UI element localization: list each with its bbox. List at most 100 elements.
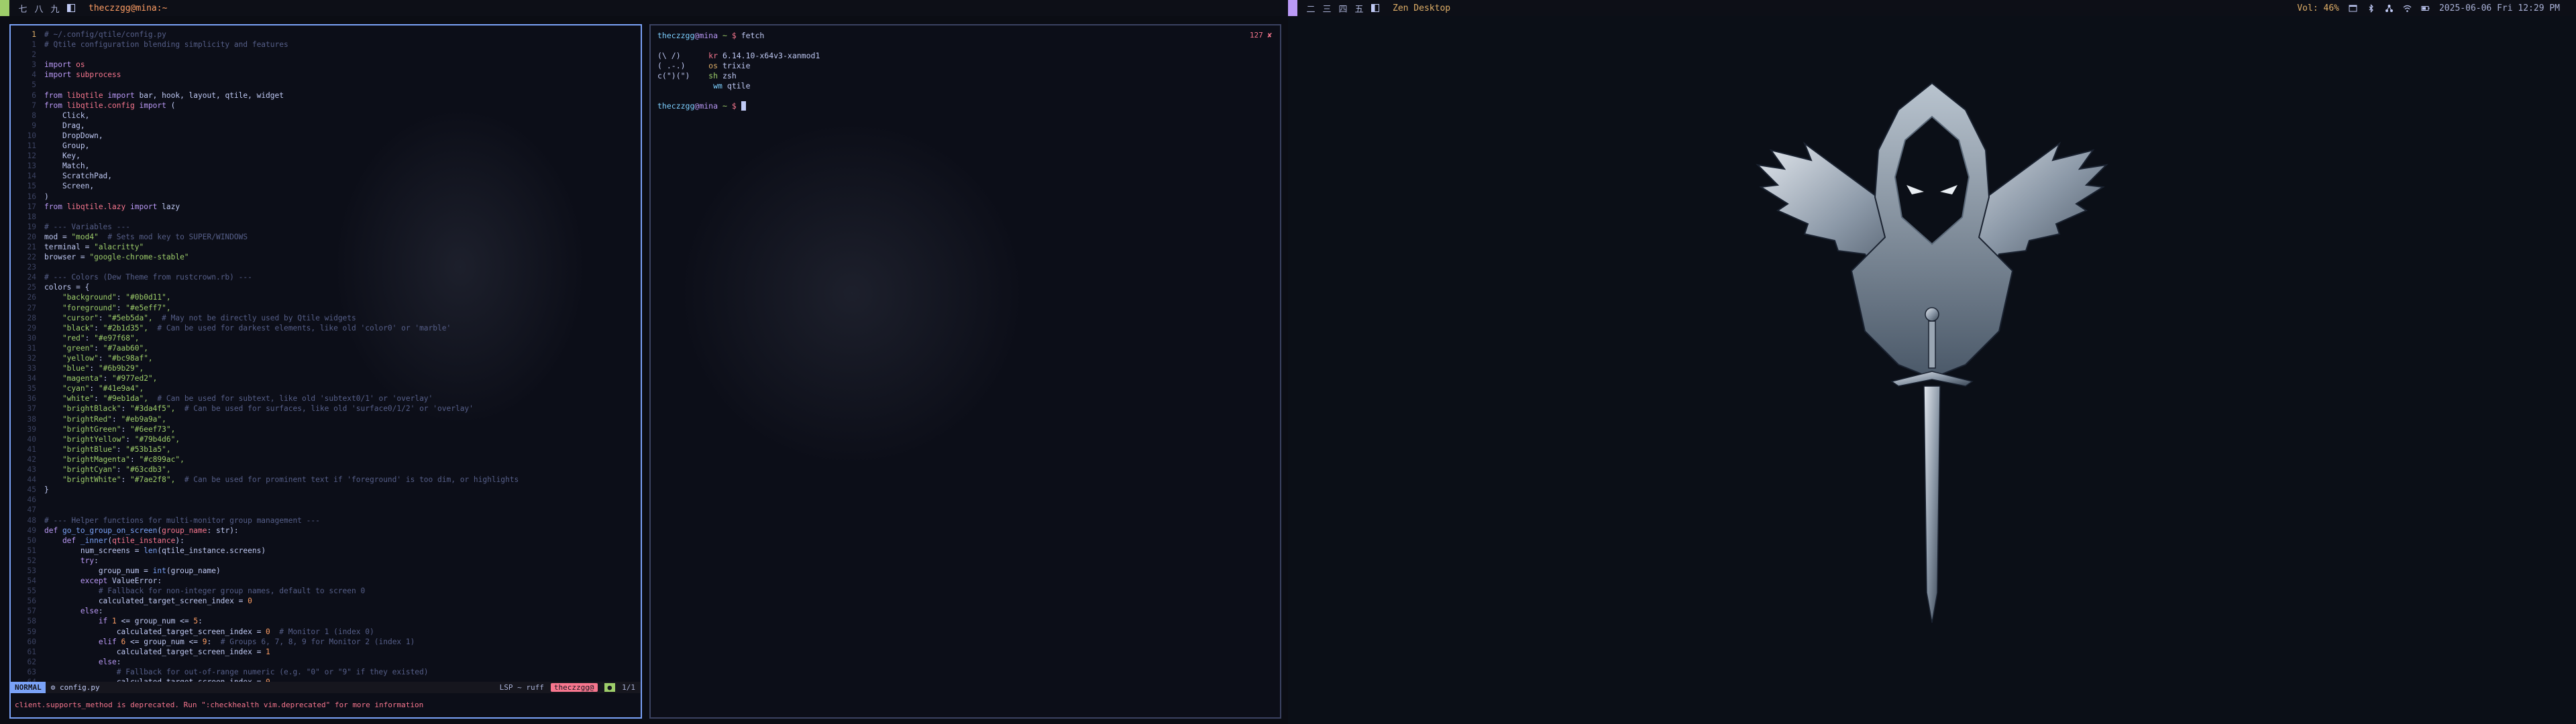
code-text: # --- Helper functions for multi-monitor… bbox=[44, 516, 320, 526]
code-line: 54 except ValueError: bbox=[11, 576, 641, 586]
code-text: ) bbox=[44, 192, 49, 202]
window-title: theczzgg@mina:~ bbox=[89, 3, 168, 13]
code-text: # Qtile configuration blending simplicit… bbox=[44, 40, 288, 50]
code-token: <= group_num <= bbox=[125, 637, 203, 646]
line-number: 31 bbox=[27, 343, 36, 353]
code-token: int bbox=[152, 566, 166, 575]
code-text: "brightWhite": "#7ae2f8", # Can be used … bbox=[44, 475, 519, 485]
terminal-output[interactable]: theczzgg@mina ~ $ fetch (\ /) kr 6.14.10… bbox=[657, 31, 820, 111]
group-9[interactable]: 九 bbox=[47, 0, 63, 16]
line-number: 18 bbox=[27, 212, 36, 221]
file-name: ⚙ config.py bbox=[50, 683, 100, 692]
terminal-window[interactable]: theczzgg@mina ~ $ fetch (\ /) kr 6.14.10… bbox=[649, 24, 1281, 719]
code-text: "white": "#9eb1da", # Can be used for su… bbox=[44, 394, 433, 404]
code-editor[interactable]: 1 # ~/.config/qtile/config.py 1 # Qtile con… bbox=[11, 29, 641, 687]
code-text: from libqtile import bar, hook, layout, … bbox=[44, 90, 284, 101]
line-number: 61 bbox=[27, 647, 36, 656]
line-number: 26 bbox=[27, 293, 36, 302]
fetch-line: wm qtile bbox=[657, 81, 820, 91]
code-token: : bbox=[116, 657, 121, 666]
code-token: 0 bbox=[248, 597, 252, 606]
code-text: "brightYellow": "#79b4d6", bbox=[44, 434, 180, 444]
code-line: 18 bbox=[11, 212, 641, 222]
code-token: : bbox=[85, 333, 95, 343]
line-number: 53 bbox=[27, 566, 36, 575]
battery-icon[interactable] bbox=[2421, 4, 2430, 13]
code-line: 9 Drag, bbox=[11, 121, 641, 131]
code-token: : bbox=[98, 313, 108, 322]
code-token: "green" bbox=[44, 343, 95, 353]
fetch-line: ( .-.) os trixie bbox=[657, 61, 820, 71]
fetch-art: ( .-.) bbox=[657, 61, 686, 70]
code-token: 0 bbox=[266, 627, 270, 636]
code-token: "#c899ac", bbox=[139, 455, 184, 464]
code-token: "#eb9a9a", bbox=[121, 414, 166, 424]
window-icon[interactable] bbox=[2349, 4, 2357, 13]
terminal-cursor: _ bbox=[741, 101, 746, 111]
desktop-wallpaper[interactable] bbox=[1288, 16, 2576, 724]
code-text: calculated_target_screen_index = 0 bbox=[44, 596, 252, 606]
code-line: 56 calculated_target_screen_index = 0 bbox=[11, 596, 641, 606]
code-text: import os bbox=[44, 60, 85, 70]
active-group-indicator[interactable] bbox=[1288, 0, 1297, 16]
code-text: Match, bbox=[44, 161, 89, 171]
line-number: 1 bbox=[32, 30, 36, 39]
code-text: try: bbox=[44, 556, 99, 566]
group-8[interactable]: 八 bbox=[31, 0, 47, 16]
code-token: "red" bbox=[44, 333, 85, 343]
group-5[interactable]: 五 bbox=[1351, 0, 1367, 16]
code-token: Key, bbox=[44, 152, 80, 161]
code-token: : bbox=[198, 617, 203, 626]
prompt-host: mina bbox=[699, 31, 718, 40]
layout-icon[interactable] bbox=[63, 0, 79, 16]
code-line: 40 "brightYellow": "#79b4d6", bbox=[11, 434, 641, 444]
code-line: 37 "brightBlack": "#3da4f5", # Can be us… bbox=[11, 404, 641, 414]
wifi-icon[interactable] bbox=[2403, 4, 2412, 13]
code-token: : bbox=[89, 384, 99, 394]
code-text: "magenta": "#977ed2", bbox=[44, 373, 157, 383]
code-text: "red": "#e97f68", bbox=[44, 333, 140, 343]
line-number: 9 bbox=[32, 121, 36, 130]
network-icon[interactable] bbox=[2385, 4, 2394, 13]
code-token: "brightBlack" bbox=[44, 404, 121, 414]
line-number: 35 bbox=[27, 384, 36, 394]
layout-icon[interactable] bbox=[1367, 0, 1383, 16]
code-token: # Monitor 1 (index 0) bbox=[270, 627, 374, 636]
fetch-art: c(")(") bbox=[657, 71, 690, 80]
code-token: len bbox=[144, 546, 158, 555]
code-token: browser = bbox=[44, 253, 90, 262]
code-token: "blue" bbox=[44, 364, 90, 373]
code-text: terminal = "alacritty" bbox=[44, 242, 144, 252]
line-number: 8 bbox=[32, 111, 36, 120]
code-token: : str): bbox=[207, 526, 239, 535]
code-text: num_screens = len(qtile_instance.screens… bbox=[44, 546, 266, 556]
code-line: 15 Screen, bbox=[11, 181, 641, 191]
code-text: "brightBlack": "#3da4f5", # Can be used … bbox=[44, 404, 474, 414]
prompt-line: theczzgg@mina ~ $ fetch bbox=[657, 31, 765, 40]
group-3[interactable]: 三 bbox=[1319, 0, 1335, 16]
neovim-window[interactable]: 1 # ~/.config/qtile/config.py 1 # Qtile con… bbox=[9, 24, 642, 719]
group-7[interactable]: 七 bbox=[15, 0, 31, 16]
code-token: group_num = bbox=[44, 566, 153, 575]
code-line: 11 Group, bbox=[11, 141, 641, 151]
code-token: "mod4" bbox=[71, 232, 99, 241]
code-token: "#3da4f5", bbox=[130, 404, 176, 414]
code-token: "brightCyan" bbox=[44, 465, 117, 475]
bluetooth-icon[interactable] bbox=[2367, 3, 2375, 13]
code-token: "brightYellow" bbox=[44, 434, 126, 444]
code-token: "brightBlue" bbox=[44, 444, 117, 454]
active-group-indicator[interactable] bbox=[0, 0, 9, 16]
code-token: # --- Helper functions for multi-monitor… bbox=[44, 516, 320, 525]
clock[interactable]: 2025-06-06 Fri 12:29 PM bbox=[2439, 3, 2560, 13]
code-token: DropDown, bbox=[44, 131, 103, 140]
group-4[interactable]: 四 bbox=[1335, 0, 1351, 16]
code-line: 21 terminal = "alacritty" bbox=[11, 242, 641, 252]
code-line: 14 ScratchPad, bbox=[11, 171, 641, 181]
group-2[interactable]: 二 bbox=[1303, 0, 1319, 16]
code-token: "#7ae2f8", bbox=[130, 475, 176, 485]
line-number: 2 bbox=[32, 50, 36, 60]
code-line: 45} bbox=[11, 485, 641, 495]
code-text: Click, bbox=[44, 111, 89, 121]
code-token: "white" bbox=[44, 394, 95, 404]
volume-indicator[interactable]: Vol: 46% bbox=[2297, 3, 2339, 13]
